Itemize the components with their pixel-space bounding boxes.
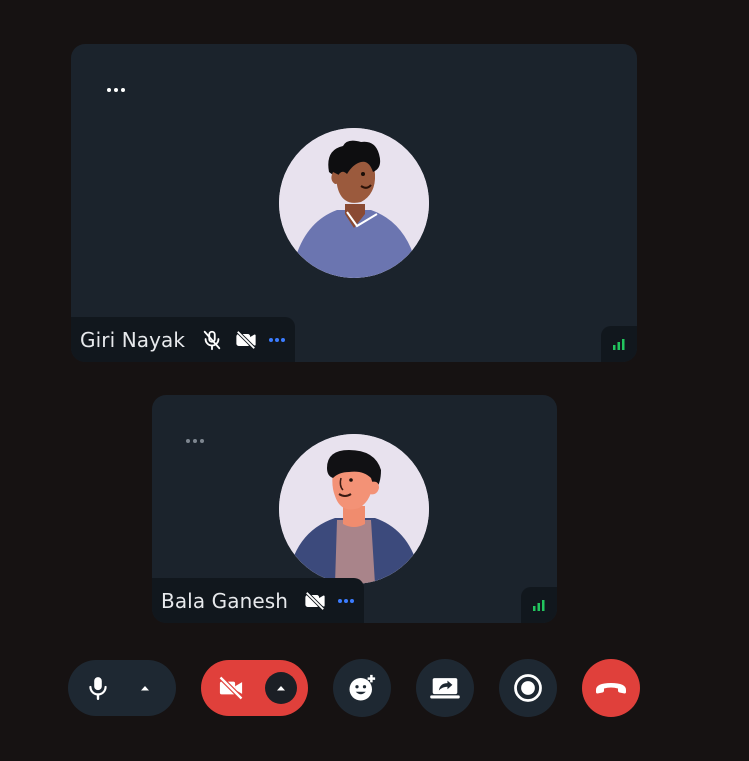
caret-up-icon [277, 686, 285, 691]
reactions-button[interactable] [333, 659, 391, 717]
mic-off-icon [201, 329, 223, 351]
mic-control-group [68, 660, 176, 716]
screen-share-icon [430, 678, 460, 699]
tile-more-options-icon[interactable] [186, 439, 204, 443]
participant-name: Giri Nayak [80, 327, 186, 352]
video-off-icon [304, 590, 326, 612]
hang-up-icon [596, 683, 626, 694]
participant-nameplate: Giri Nayak [71, 317, 296, 362]
participant-more-icon[interactable] [269, 337, 286, 342]
leave-call-button[interactable] [582, 659, 640, 717]
mic-icon [89, 677, 107, 701]
participant-nameplate: Bala Ganesh [152, 578, 365, 623]
signal-bars-icon [521, 587, 557, 623]
record-button[interactable] [499, 659, 557, 717]
video-off-icon [218, 675, 244, 701]
caret-up-icon [141, 686, 149, 691]
camera-control-group [201, 660, 308, 716]
screen-share-button[interactable] [416, 659, 474, 717]
avatar [279, 434, 429, 584]
participant-tile-bala-ganesh: Bala Ganesh [152, 395, 557, 623]
camera-options-button[interactable] [265, 672, 297, 704]
tile-more-options-icon[interactable] [107, 88, 125, 92]
avatar [279, 128, 429, 278]
participant-tile-giri-nayak: Giri Nayak [71, 44, 637, 362]
video-off-icon [235, 329, 257, 351]
emoji-add-icon [349, 674, 376, 701]
camera-toggle-button[interactable] [217, 674, 245, 702]
signal-bars-icon [601, 326, 637, 362]
participant-more-icon[interactable] [338, 598, 355, 603]
mic-toggle-button[interactable] [84, 674, 112, 702]
record-icon [514, 674, 542, 702]
participant-name: Bala Ganesh [161, 588, 289, 613]
mic-options-button[interactable] [130, 673, 160, 703]
